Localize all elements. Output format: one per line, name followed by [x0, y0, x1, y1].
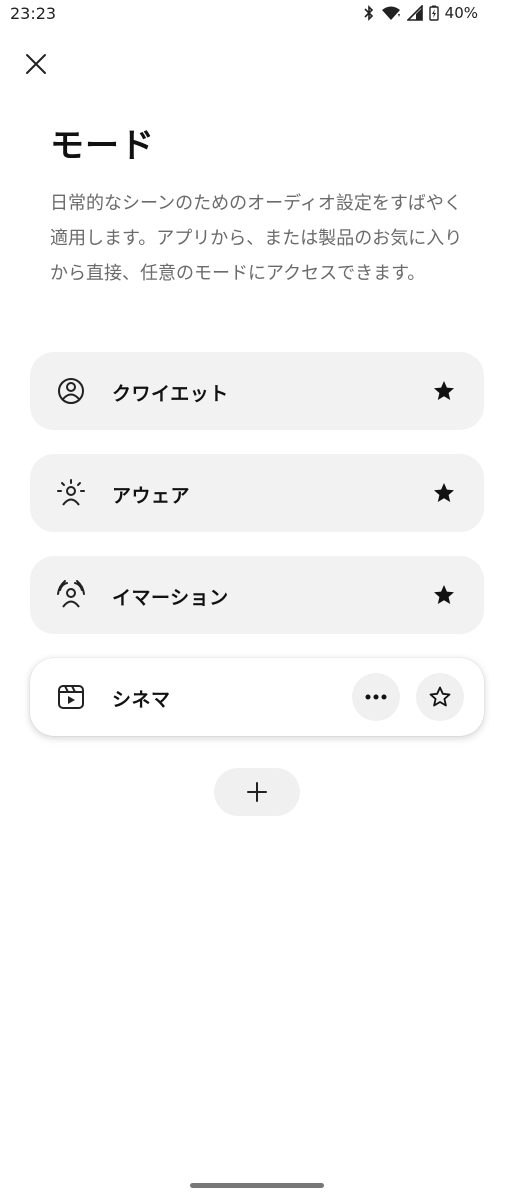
star-filled-icon: [434, 381, 454, 400]
page-title: モード: [50, 126, 155, 166]
star-filled-icon: [434, 585, 454, 604]
mode-label: アウェア: [112, 485, 191, 507]
more-horizontal-icon: [365, 694, 387, 700]
mode-card-aware[interactable]: アウェア: [30, 454, 484, 532]
close-button[interactable]: [16, 44, 56, 84]
mode-card-quiet[interactable]: クワイエット: [30, 352, 484, 430]
star-outline-icon: [429, 686, 451, 707]
close-icon: [26, 54, 46, 74]
mode-card-cinema[interactable]: シネマ: [30, 658, 484, 736]
favorite-toggle[interactable]: [424, 371, 464, 411]
battery-percent: 40%: [444, 4, 478, 22]
status-time: 23:23: [10, 4, 57, 23]
mode-label: イマーション: [112, 587, 229, 609]
status-icons: 40%: [363, 4, 478, 22]
star-filled-icon: [434, 483, 454, 502]
wifi-icon: [381, 5, 401, 21]
cinema-icon: [56, 682, 86, 712]
status-bar: 23:23 40%: [0, 0, 514, 28]
mode-card-immersion[interactable]: イマーション: [30, 556, 484, 634]
immersion-person-icon: [56, 580, 86, 610]
quiet-person-icon: [56, 376, 86, 406]
mode-label: シネマ: [112, 689, 171, 711]
more-options-button[interactable]: [352, 673, 400, 721]
add-mode-button[interactable]: [214, 768, 300, 816]
favorite-toggle[interactable]: [416, 673, 464, 721]
mode-label: クワイエット: [112, 383, 229, 405]
aware-person-icon: [56, 478, 86, 508]
cell-signal-icon: [406, 5, 423, 21]
gesture-nav-handle[interactable]: [190, 1183, 324, 1188]
favorite-toggle[interactable]: [424, 473, 464, 513]
page-description: 日常的なシーンのためのオーディオ設定をすばやく適用します。アプリから、または製品…: [50, 193, 463, 284]
battery-icon: [428, 5, 439, 21]
favorite-toggle[interactable]: [424, 575, 464, 615]
bluetooth-icon: [363, 5, 375, 21]
plus-icon: [247, 782, 267, 802]
